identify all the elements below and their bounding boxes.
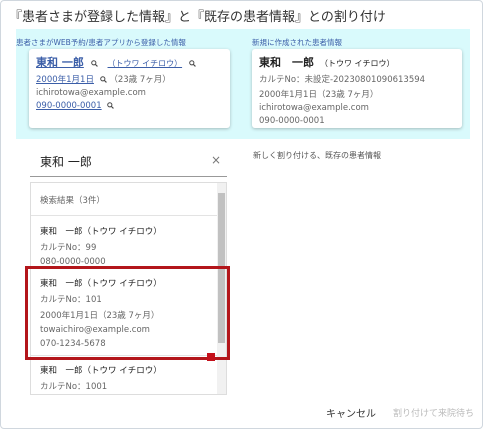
selection-highlight bbox=[25, 266, 230, 360]
new-patient-label: 新規に作成された患者情報 bbox=[252, 38, 342, 47]
new-patient-phone: 090-0000-0001 bbox=[259, 116, 325, 126]
clear-icon[interactable]: × bbox=[211, 153, 221, 167]
registered-info-card: 東和 一郎 （トウワ イチロウ） 2000年1月1日 （23歳 7ヶ月） ich… bbox=[29, 49, 230, 128]
search-icon[interactable] bbox=[99, 76, 107, 83]
registered-age: （23歳 7ヶ月） bbox=[109, 75, 171, 85]
registered-name[interactable]: 東和 一郎 bbox=[36, 56, 84, 69]
new-patient-card: 東和 一郎 （トウワ イチロウ） カルテNo：未設定-20230801090613… bbox=[252, 49, 462, 128]
registered-kana[interactable]: （トウワ イチロウ） bbox=[108, 59, 183, 68]
new-patient-name: 東和 一郎 bbox=[259, 56, 314, 69]
registered-phone[interactable]: 090-0000-0001 bbox=[36, 101, 102, 111]
dialog-title: 『患者さまが登録した情報』と『既存の患者情報』との割り付け bbox=[9, 10, 386, 25]
cancel-button[interactable]: キャンセル bbox=[326, 405, 376, 420]
new-patient-email: ichirotowa@example.com bbox=[259, 103, 369, 113]
registered-email: ichirotowa@example.com bbox=[36, 88, 146, 98]
new-patient-birth-age: 2000年1月1日（23歳 7ヶ月） bbox=[259, 90, 379, 100]
search-icon[interactable] bbox=[189, 59, 196, 67]
info-panel: 患者さまがWEB予約/患者アプリから登録した情報 東和 一郎 （トウワ イチロウ… bbox=[16, 29, 470, 139]
new-patient-chart-no: カルテNo：未設定-20230801090613594 bbox=[259, 75, 426, 85]
patient-search-input[interactable] bbox=[38, 153, 202, 169]
assign-dialog: 『患者さまが登録した情報』と『既存の患者情報』との割り付け 患者さまがWEB予約… bbox=[0, 0, 483, 429]
result-item[interactable]: 東和 一郎（トウワ イチロウ） カルテNo：1001 bbox=[40, 364, 162, 392]
assign-and-wait-button[interactable]: 割り付けて来院待ち bbox=[393, 406, 474, 419]
registered-birth[interactable]: 2000年1月1日 bbox=[36, 75, 94, 85]
result-item[interactable]: 東和 一郎（トウワ イチロウ） カルテNo：99 080-0000-0000 bbox=[40, 225, 162, 267]
new-patient-kana: （トウワ イチロウ） bbox=[320, 59, 395, 68]
results-count: 検索結果（3件） bbox=[40, 196, 105, 206]
registered-info-label: 患者さまがWEB予約/患者アプリから登録した情報 bbox=[16, 38, 186, 47]
patient-search-box: × bbox=[30, 147, 227, 177]
search-icon[interactable] bbox=[90, 59, 98, 67]
search-icon[interactable] bbox=[107, 102, 115, 109]
divider bbox=[31, 215, 226, 216]
resize-handle[interactable] bbox=[207, 353, 215, 361]
existing-patient-hint: 新しく割り付ける、既存の患者情報 bbox=[253, 151, 381, 160]
